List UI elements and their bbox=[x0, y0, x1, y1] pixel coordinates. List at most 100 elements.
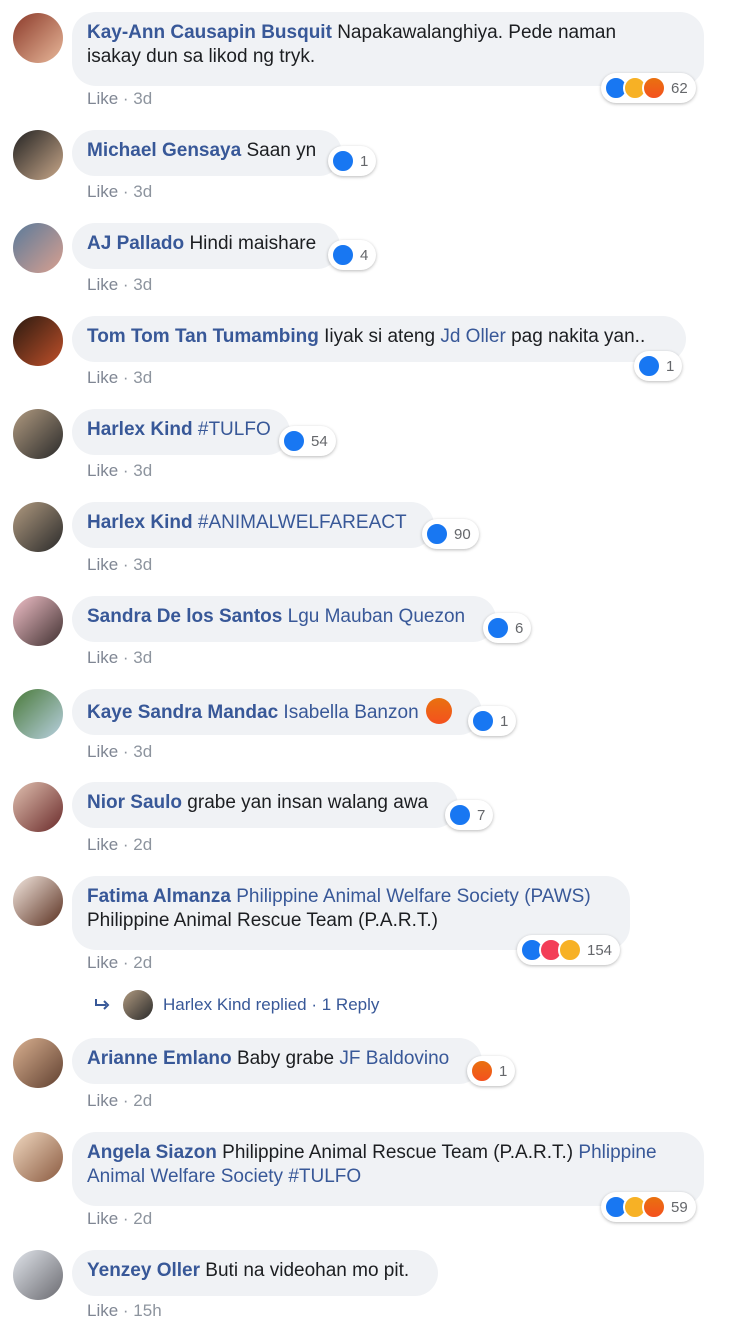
hashtag-link[interactable]: #TULFO bbox=[198, 419, 271, 440]
mention-link[interactable]: Phlippine bbox=[578, 1142, 656, 1163]
mention-link[interactable]: Jd Oller bbox=[440, 326, 505, 347]
avatar[interactable] bbox=[13, 596, 63, 646]
timestamp[interactable]: 3d bbox=[133, 648, 152, 667]
comment-bubble: Michael Gensaya Saan yn bbox=[72, 130, 342, 176]
comment-author[interactable]: Michael Gensaya bbox=[87, 140, 241, 161]
comment-text: Baby grabe bbox=[236, 1048, 335, 1069]
timestamp[interactable]: 2d bbox=[133, 1091, 152, 1110]
comment-author[interactable]: Sandra De los Santos bbox=[87, 606, 282, 627]
mention-link[interactable]: Philippine Animal Welfare Society (PAWS) bbox=[236, 886, 590, 907]
comment-author[interactable]: Angela Siazon bbox=[87, 1142, 217, 1163]
mention-link[interactable]: Lgu Mauban Quezon bbox=[288, 606, 465, 627]
timestamp[interactable]: 3d bbox=[133, 275, 152, 294]
reactions-summary[interactable]: 90 bbox=[422, 519, 479, 549]
reaction-count: 1 bbox=[499, 1062, 508, 1080]
reply-avatar bbox=[123, 990, 153, 1020]
comment-author[interactable]: Arianne Emlano bbox=[87, 1048, 232, 1069]
like-button[interactable]: Like bbox=[87, 953, 118, 972]
reactions-summary[interactable]: 54 bbox=[279, 426, 336, 456]
reaction-count: 154 bbox=[587, 941, 613, 959]
comment-author[interactable]: Nior Saulo bbox=[87, 792, 182, 813]
reactions-summary[interactable]: 7 bbox=[445, 800, 494, 830]
comment-actions: Like · 15h bbox=[87, 1301, 162, 1321]
avatar[interactable] bbox=[13, 1132, 63, 1182]
timestamp[interactable]: 3d bbox=[133, 461, 152, 480]
comment-author[interactable]: Harlex Kind bbox=[87, 512, 193, 533]
timestamp[interactable]: 3d bbox=[133, 742, 152, 761]
comment-author[interactable]: Tom Tom Tan Tumambing bbox=[87, 326, 319, 347]
reactions-summary[interactable]: 6 bbox=[483, 613, 532, 643]
separator: · bbox=[118, 461, 134, 480]
separator: · bbox=[118, 648, 134, 667]
hashtag-link[interactable]: #ANIMALWELFAREACT bbox=[198, 512, 407, 533]
comment-actions: Like · 3d bbox=[87, 648, 152, 668]
comment-text: Hindi maishare bbox=[189, 233, 317, 254]
comment-author[interactable]: Kay-Ann Causapin Busquit bbox=[87, 22, 332, 43]
separator: · bbox=[118, 1209, 134, 1228]
reactions-summary[interactable]: 1 bbox=[468, 706, 517, 736]
reactions-summary[interactable]: 1 bbox=[467, 1056, 516, 1086]
comment-text-after: pag nakita yan.. bbox=[511, 326, 646, 347]
timestamp[interactable]: 2d bbox=[133, 1209, 152, 1228]
avatar[interactable] bbox=[13, 316, 63, 366]
avatar[interactable] bbox=[13, 1250, 63, 1300]
reaction-count: 7 bbox=[477, 806, 486, 824]
avatar[interactable] bbox=[13, 1038, 63, 1088]
like-button[interactable]: Like bbox=[87, 1301, 118, 1320]
angry-emoji-icon bbox=[425, 698, 452, 724]
comment-author[interactable]: AJ Pallado bbox=[87, 233, 184, 254]
mention-link-line2[interactable]: Animal Welfare Society #TULFO bbox=[87, 1166, 361, 1187]
reactions-summary[interactable]: 59 bbox=[601, 1192, 696, 1222]
mention-link[interactable]: JF Baldovino bbox=[339, 1048, 449, 1069]
avatar[interactable] bbox=[13, 130, 63, 180]
like-reaction-icon bbox=[425, 522, 449, 546]
like-button[interactable]: Like bbox=[87, 648, 118, 667]
reaction-count: 6 bbox=[515, 619, 524, 637]
avatar[interactable] bbox=[13, 782, 63, 832]
separator: · bbox=[118, 1301, 134, 1320]
like-button[interactable]: Like bbox=[87, 555, 118, 574]
avatar[interactable] bbox=[13, 13, 63, 63]
separator: · bbox=[118, 1091, 134, 1110]
comment-author[interactable]: Fatima Almanza bbox=[87, 886, 231, 907]
timestamp[interactable]: 3d bbox=[133, 89, 152, 108]
view-replies-link[interactable]: Harlex Kind replied · 1 Reply bbox=[93, 990, 379, 1020]
mention-link[interactable]: Isabella Banzon bbox=[283, 702, 418, 723]
timestamp[interactable]: 3d bbox=[133, 368, 152, 387]
reactions-summary[interactable]: 154 bbox=[517, 935, 621, 965]
separator: · bbox=[118, 835, 134, 854]
avatar[interactable] bbox=[13, 223, 63, 273]
timestamp[interactable]: 2d bbox=[133, 835, 152, 854]
comment-actions: Like · 2d bbox=[87, 953, 152, 973]
timestamp[interactable]: 2d bbox=[133, 953, 152, 972]
timestamp[interactable]: 3d bbox=[133, 555, 152, 574]
avatar[interactable] bbox=[13, 876, 63, 926]
like-button[interactable]: Like bbox=[87, 1091, 118, 1110]
like-button[interactable]: Like bbox=[87, 275, 118, 294]
like-button[interactable]: Like bbox=[87, 461, 118, 480]
comment-author[interactable]: Kaye Sandra Mandac bbox=[87, 702, 278, 723]
like-button[interactable]: Like bbox=[87, 368, 118, 387]
avatar[interactable] bbox=[13, 689, 63, 739]
like-reaction-icon bbox=[331, 149, 355, 173]
comment-actions: Like · 3d bbox=[87, 275, 152, 295]
comment-actions: Like · 2d bbox=[87, 1209, 152, 1229]
reactions-summary[interactable]: 1 bbox=[634, 351, 683, 381]
comment-author[interactable]: Yenzey Oller bbox=[87, 1260, 200, 1281]
like-reaction-icon bbox=[637, 354, 661, 378]
like-button[interactable]: Like bbox=[87, 1209, 118, 1228]
reactions-summary[interactable]: 62 bbox=[601, 73, 696, 103]
comment-bubble: Sandra De los Santos Lgu Mauban Quezon bbox=[72, 596, 496, 642]
like-button[interactable]: Like bbox=[87, 742, 118, 761]
avatar[interactable] bbox=[13, 502, 63, 552]
like-button[interactable]: Like bbox=[87, 835, 118, 854]
like-button[interactable]: Like bbox=[87, 89, 118, 108]
timestamp[interactable]: 15h bbox=[133, 1301, 161, 1320]
timestamp[interactable]: 3d bbox=[133, 182, 152, 201]
reactions-summary[interactable]: 1 bbox=[328, 146, 377, 176]
reactions-summary[interactable]: 4 bbox=[328, 240, 377, 270]
comment-author[interactable]: Harlex Kind bbox=[87, 419, 193, 440]
like-button[interactable]: Like bbox=[87, 182, 118, 201]
avatar[interactable] bbox=[13, 409, 63, 459]
comment-actions: Like · 3d bbox=[87, 182, 152, 202]
